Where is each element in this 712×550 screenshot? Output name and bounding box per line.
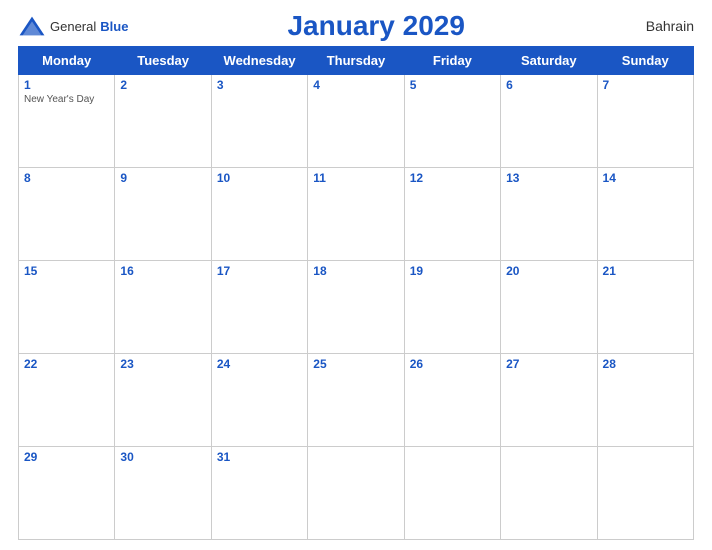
calendar-cell: 10: [211, 168, 307, 261]
day-number: 25: [313, 357, 398, 371]
calendar-cell: 7: [597, 75, 693, 168]
column-header-thursday: Thursday: [308, 47, 404, 75]
calendar-cell: 11: [308, 168, 404, 261]
logo-icon: [18, 15, 46, 37]
calendar-cell: [597, 447, 693, 540]
week-row-1: 1 New Year's Day 234567: [19, 75, 694, 168]
calendar-cell: 25: [308, 354, 404, 447]
calendar-cell: 19: [404, 261, 500, 354]
day-number: 5: [410, 78, 495, 92]
logo-text-blue: Blue: [100, 19, 128, 34]
calendar-cell: 31: [211, 447, 307, 540]
calendar-cell: [404, 447, 500, 540]
calendar-cell: 29: [19, 447, 115, 540]
day-number: 8: [24, 171, 109, 185]
calendar-cell: 18: [308, 261, 404, 354]
day-number: 15: [24, 264, 109, 278]
calendar-cell: [501, 447, 597, 540]
calendar-cell: 3: [211, 75, 307, 168]
calendar-cell: 13: [501, 168, 597, 261]
calendar-cell: 8: [19, 168, 115, 261]
calendar-cell: 9: [115, 168, 211, 261]
calendar-cell: 15: [19, 261, 115, 354]
day-number: 6: [506, 78, 591, 92]
calendar-cell: 22: [19, 354, 115, 447]
country-label: Bahrain: [624, 18, 694, 34]
calendar-cell: 4: [308, 75, 404, 168]
day-number: 16: [120, 264, 205, 278]
day-number: 11: [313, 171, 398, 185]
logo-text-general: General: [50, 19, 96, 34]
week-row-3: 15 16 17 18 19 20 21: [19, 261, 694, 354]
week-row-4: 22 23 24 25 26 27 28: [19, 354, 694, 447]
week-row-5: 29 30 31: [19, 447, 694, 540]
column-header-monday: Monday: [19, 47, 115, 75]
day-number: 29: [24, 450, 109, 464]
logo: General Blue: [18, 15, 128, 37]
day-number: 21: [603, 264, 688, 278]
day-number: 22: [24, 357, 109, 371]
day-number: 7: [603, 78, 688, 92]
day-number: 26: [410, 357, 495, 371]
calendar-cell: 27: [501, 354, 597, 447]
day-number: 18: [313, 264, 398, 278]
calendar-cell: 24: [211, 354, 307, 447]
holiday-label: New Year's Day: [24, 94, 109, 105]
week-row-2: 89 10 11 12 13 14: [19, 168, 694, 261]
calendar-cell: 30: [115, 447, 211, 540]
calendar-cell: 28: [597, 354, 693, 447]
month-title: January 2029: [128, 10, 624, 42]
top-bar: General Blue January 2029 Bahrain: [18, 10, 694, 42]
column-header-friday: Friday: [404, 47, 500, 75]
column-header-saturday: Saturday: [501, 47, 597, 75]
day-number: 27: [506, 357, 591, 371]
calendar-header-row: MondayTuesdayWednesdayThursdayFridaySatu…: [19, 47, 694, 75]
day-number: 28: [603, 357, 688, 371]
calendar-cell: 14: [597, 168, 693, 261]
day-number: 20: [506, 264, 591, 278]
calendar-cell: 21: [597, 261, 693, 354]
day-number: 12: [410, 171, 495, 185]
calendar-cell: 16: [115, 261, 211, 354]
day-number: 2: [120, 78, 205, 92]
day-number: 1: [24, 78, 109, 92]
day-number: 24: [217, 357, 302, 371]
calendar-cell: 23: [115, 354, 211, 447]
day-number: 31: [217, 450, 302, 464]
calendar: MondayTuesdayWednesdayThursdayFridaySatu…: [18, 46, 694, 540]
calendar-cell: 6: [501, 75, 597, 168]
calendar-cell: 20: [501, 261, 597, 354]
column-header-wednesday: Wednesday: [211, 47, 307, 75]
day-number: 9: [120, 171, 205, 185]
day-number: 23: [120, 357, 205, 371]
day-number: 13: [506, 171, 591, 185]
column-header-tuesday: Tuesday: [115, 47, 211, 75]
calendar-cell: 5: [404, 75, 500, 168]
day-number: 30: [120, 450, 205, 464]
day-number: 17: [217, 264, 302, 278]
day-number: 10: [217, 171, 302, 185]
calendar-cell: [308, 447, 404, 540]
calendar-cell: 1 New Year's Day: [19, 75, 115, 168]
calendar-cell: 12: [404, 168, 500, 261]
day-number: 19: [410, 264, 495, 278]
day-number: 4: [313, 78, 398, 92]
day-number: 14: [603, 171, 688, 185]
day-number: 3: [217, 78, 302, 92]
calendar-cell: 17: [211, 261, 307, 354]
calendar-cell: 2: [115, 75, 211, 168]
column-header-sunday: Sunday: [597, 47, 693, 75]
calendar-cell: 26: [404, 354, 500, 447]
